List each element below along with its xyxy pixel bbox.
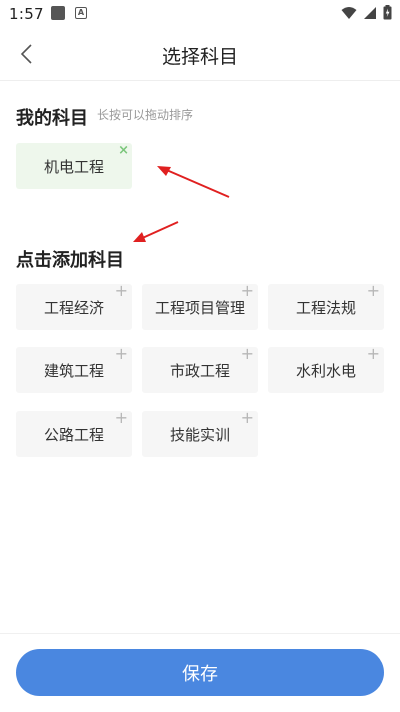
my-subject-chip[interactable]: 机电工程 ×	[16, 143, 132, 189]
chip-label: 技能实训	[169, 425, 230, 444]
chip-label: 工程法规	[295, 298, 356, 317]
status-time: 1:57	[9, 5, 44, 23]
signal-icon	[364, 6, 376, 19]
add-icon: +	[240, 344, 254, 363]
add-subject-chip[interactable]: 水利水电 +	[268, 344, 384, 393]
chip-label: 市政工程	[169, 361, 230, 380]
wifi-icon	[341, 6, 357, 19]
battery-icon	[383, 5, 392, 20]
nav-bar: 选择科目	[0, 28, 400, 81]
add-subject-chip[interactable]: 工程法规 +	[268, 281, 384, 330]
divider	[0, 633, 400, 634]
chip-label: 工程项目管理	[154, 298, 245, 317]
add-icon: +	[114, 281, 128, 300]
app-notification-icon: A	[75, 7, 87, 19]
add-icon: +	[366, 281, 380, 300]
add-subjects-title: 点击添加科目	[16, 250, 124, 271]
my-subjects-title: 我的科目	[16, 108, 88, 129]
my-subjects-hint: 长按可以拖动排序	[97, 108, 194, 122]
add-subject-chip[interactable]: 建筑工程 +	[16, 344, 132, 393]
add-icon: +	[114, 344, 128, 363]
add-subject-chip[interactable]: 市政工程 +	[142, 344, 258, 393]
add-subject-chip[interactable]: 工程项目管理 +	[142, 281, 258, 330]
chip-label: 水利水电	[295, 361, 356, 380]
annotation-arrow-icon	[157, 166, 230, 198]
add-icon: +	[366, 344, 380, 363]
chip-label: 工程经济	[43, 298, 104, 317]
add-icon: +	[240, 281, 254, 300]
notification-icon	[51, 6, 65, 20]
page-title: 选择科目	[161, 46, 238, 68]
save-button[interactable]: 保存	[16, 649, 384, 696]
add-subject-chip[interactable]: 公路工程 +	[16, 408, 132, 457]
add-subject-chip[interactable]: 工程经济 +	[16, 281, 132, 330]
remove-icon[interactable]: ×	[118, 144, 129, 158]
add-icon: +	[240, 408, 254, 427]
add-icon: +	[114, 408, 128, 427]
chip-label: 建筑工程	[43, 361, 104, 380]
chip-label: 公路工程	[43, 425, 104, 444]
annotation-arrow-icon	[133, 221, 179, 242]
chip-label: 机电工程	[43, 157, 104, 176]
status-bar: 1:57 A	[0, 0, 400, 28]
status-icons	[341, 5, 392, 20]
add-subject-chip[interactable]: 技能实训 +	[142, 408, 258, 457]
